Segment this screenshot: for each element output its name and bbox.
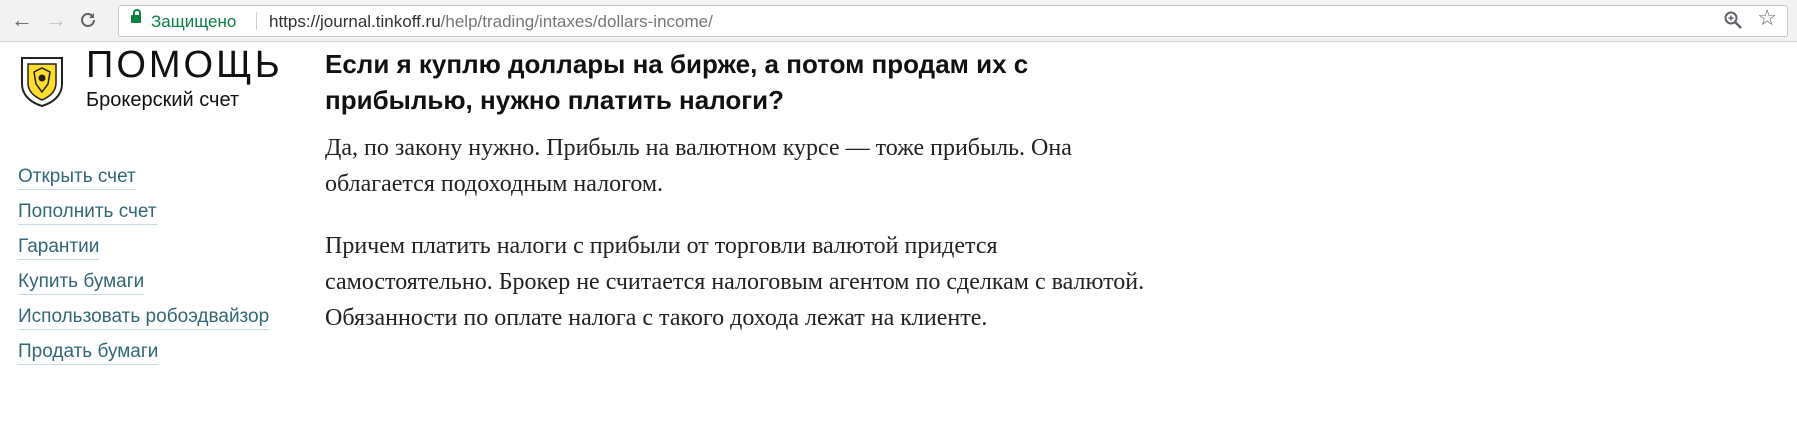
- sidebar-item-robo-advisor[interactable]: Использовать робоэдвайзор: [18, 305, 270, 330]
- address-separator: [256, 12, 257, 30]
- sidebar-item-guarantees[interactable]: Гарантии: [18, 235, 100, 260]
- back-button[interactable]: ←: [10, 8, 34, 32]
- site-subtitle: Брокерский счет: [86, 89, 240, 111]
- url-path: /help/trading/intaxes/dollars-income/: [440, 12, 713, 31]
- url-host: https://journal.tinkoff.ru: [269, 12, 441, 31]
- site-title[interactable]: ПОМОЩЬ: [86, 46, 283, 84]
- reload-icon: [81, 13, 95, 27]
- article-title: Если я куплю доллары на бирже, а потом п…: [325, 49, 1029, 115]
- browser-toolbar: ← → Защищено https://journal.tinkoff.ru/…: [0, 0, 1797, 42]
- sidebar-item-top-up[interactable]: Пополнить счет: [18, 200, 157, 225]
- secure-label: Защищено: [151, 12, 237, 31]
- article-paragraph: Да, по закону нужно. Прибыль на валютном…: [325, 135, 1072, 197]
- url-text: https://journal.tinkoff.ru/help/trading/…: [269, 12, 713, 32]
- sidebar-item-sell-securities[interactable]: Продать бумаги: [18, 340, 159, 365]
- arrow-right-icon: →: [45, 7, 67, 32]
- tinkoff-shield-logo[interactable]: [18, 54, 66, 108]
- arrow-left-icon: ←: [11, 7, 33, 32]
- reload-button[interactable]: [76, 8, 100, 32]
- article-paragraph: Причем платить налоги с прибыли от торго…: [325, 233, 1145, 331]
- star-icon[interactable]: ☆: [1757, 7, 1777, 29]
- sidebar-nav: Открыть счет Пополнить счет Гарантии Куп…: [18, 165, 270, 375]
- zoom-icon[interactable]: [1723, 10, 1743, 30]
- address-bar[interactable]: Защищено https://journal.tinkoff.ru/help…: [118, 5, 1788, 37]
- sidebar-item-open-account[interactable]: Открыть счет: [18, 165, 136, 190]
- sidebar-item-buy-securities[interactable]: Купить бумаги: [18, 270, 145, 295]
- forward-button[interactable]: →: [44, 8, 68, 32]
- lock-icon: [131, 9, 141, 23]
